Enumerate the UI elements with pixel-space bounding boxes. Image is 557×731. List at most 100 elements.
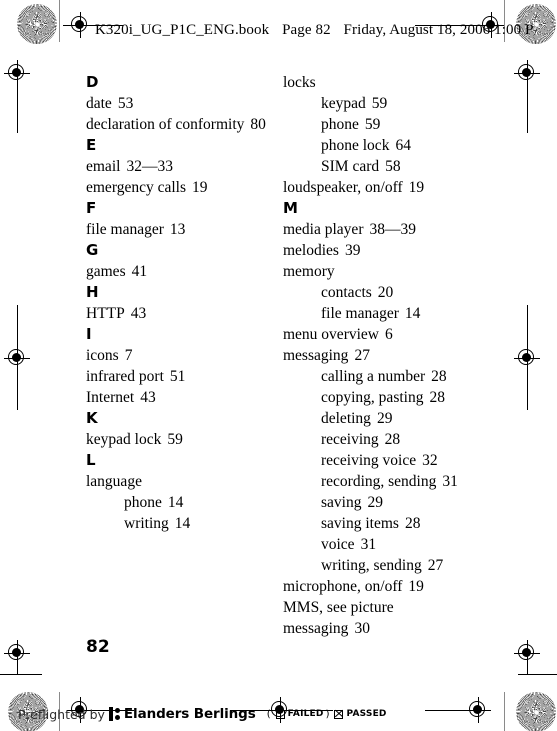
- header-timestamp: Friday, August 18, 2006 1:00 P: [343, 22, 534, 38]
- index-letter-group: Ggames 41: [86, 240, 291, 282]
- index-entry-label: receiving voice: [321, 452, 417, 469]
- index-subentry: phone lock 64: [283, 135, 488, 156]
- crop-rule-left-top: [17, 73, 18, 133]
- index-subentry: receiving 28: [283, 429, 488, 450]
- preflight-open-paren: (: [266, 708, 271, 720]
- crop-rule-left-middle: [17, 305, 18, 410]
- preflight-company-name: Elanders Berlings: [123, 706, 256, 722]
- index-entry-page: 13: [169, 221, 186, 238]
- index-entry: infrared port 51: [86, 366, 291, 387]
- index-entry-label: file manager: [86, 221, 164, 238]
- index-letter-group: Llanguage phone 14 writing 14: [86, 450, 291, 534]
- index-entry-label: recording, sending: [321, 473, 437, 490]
- crop-rule-bottom-right: [425, 710, 469, 711]
- index-letter-group: Eemail 32—33 emergency calls 19: [86, 135, 291, 198]
- index-subentry: writing, sending 27: [283, 555, 488, 576]
- index-letter-heading: G: [86, 241, 99, 259]
- index-subentry: phone 59: [283, 114, 488, 135]
- index-entry-label: copying, pasting: [321, 389, 424, 406]
- running-header: K320i_UG_P1C_ENG.book Page 82 Friday, Au…: [95, 22, 543, 39]
- index-entry-page: 6: [384, 326, 393, 343]
- index-subentry: copying, pasting 28: [283, 387, 488, 408]
- index-entry-label: media player: [283, 221, 364, 238]
- index-entry-label: language: [86, 473, 142, 490]
- index-column-right: locks keypad 59 phone 59 phone lock 64 SIM card…: [283, 72, 488, 639]
- index-letter-group: Kkeypad lock 59: [86, 408, 291, 450]
- index-subentry: calling a number 28: [283, 366, 488, 387]
- index-entry-page: 29: [367, 494, 383, 511]
- elanders-logo-icon: [108, 707, 121, 721]
- index-entry-page: 27: [354, 347, 370, 364]
- index-entry-page: 58: [385, 158, 401, 175]
- index-letter-group: Mmedia player 38—39 melodies 39 memory contac…: [283, 198, 488, 639]
- index-entry-page: 7: [124, 347, 133, 364]
- preflight-passed-checkbox-icon: [334, 709, 344, 719]
- crop-rule-left-bottom: [17, 653, 18, 675]
- index-entry-label: MMS, see picture: [283, 599, 394, 616]
- index-entry: games 41: [86, 261, 291, 282]
- index-entry-page: 59: [167, 431, 183, 448]
- index-entry: Internet 43: [86, 387, 291, 408]
- index-entry-page: 32—33: [126, 158, 173, 175]
- index-entry-label: loudspeaker, on/off: [283, 179, 403, 196]
- index-letter-heading: F: [86, 199, 97, 217]
- preflight-stamp: Preflighted by Elanders Berlings ( FAILE…: [18, 706, 387, 722]
- page-number: 82: [86, 637, 110, 657]
- index-entry-page: 53: [117, 95, 134, 112]
- trim-rule-bottom-right: [518, 674, 557, 675]
- index-entry-label: messaging: [283, 620, 349, 637]
- index-entry-page: 38—39: [369, 221, 416, 238]
- index-entry-page: 59: [364, 116, 381, 133]
- index-column-left: Ddate 53 declaration of conformity 80 Eemail…: [86, 72, 291, 534]
- index-entry-page: 30: [354, 620, 370, 637]
- index-entry-label: writing: [124, 515, 169, 532]
- index-entry: icons 7: [86, 345, 291, 366]
- index-entry-page: 80: [250, 116, 266, 133]
- index-entry: memory: [283, 261, 488, 282]
- index-entry-page: 28: [431, 368, 447, 385]
- index-entry-label: infrared port: [86, 368, 164, 385]
- index-entry: microphone, on/off 19: [283, 576, 488, 597]
- index-entry: language: [86, 471, 291, 492]
- index-letter-heading: D: [86, 73, 99, 91]
- index-entry-label: saving: [321, 494, 362, 511]
- index-entry-label: emergency calls: [86, 179, 186, 196]
- index-subentry: deleting 29: [283, 408, 488, 429]
- index-entry-label: keypad lock: [86, 431, 162, 448]
- index-entry-label: icons: [86, 347, 119, 364]
- index-entry-label: deleting: [321, 410, 371, 427]
- index-entry-page: 28: [429, 389, 445, 406]
- index-subentry: phone 14: [86, 492, 291, 513]
- header-page-label: Page 82: [282, 22, 331, 38]
- index-subentry: SIM card 58: [283, 156, 488, 177]
- index-entry: MMS, see picture: [283, 597, 488, 618]
- document-page: K320i_UG_P1C_ENG.book Page 82 Friday, Au…: [0, 0, 557, 731]
- index-entry: loudspeaker, on/off 19: [283, 177, 488, 198]
- index-entry-label: SIM card: [321, 158, 380, 175]
- index-letter-group: locks keypad 59 phone 59 phone lock 64 SIM card…: [283, 72, 488, 198]
- index-letter-group: H HTTP 43: [86, 282, 291, 324]
- index-entry-label: Internet: [86, 389, 135, 406]
- index-entry-label: date: [86, 95, 112, 112]
- index-entry: messaging 27: [283, 345, 488, 366]
- index-entry-label: phone: [321, 116, 359, 133]
- index-entry-page: 19: [408, 578, 424, 595]
- index-entry-page: 19: [192, 179, 208, 196]
- preflight-by-text: Preflighted by: [18, 706, 105, 722]
- index-entry-label: menu overview: [283, 326, 379, 343]
- preflight-passed-label: PASSED: [346, 709, 387, 719]
- index-entry-page: 14: [167, 494, 184, 511]
- index-entry-label: declaration of conformity: [86, 116, 245, 133]
- trim-rule-top-left: [59, 0, 60, 42]
- index-letter-heading: I: [86, 325, 93, 343]
- index-entry: date 53: [86, 93, 291, 114]
- index-subentry: saving items 28: [283, 513, 488, 534]
- trim-rule-bottom-left: [0, 674, 42, 675]
- index-entry: menu overview 6: [283, 324, 488, 345]
- index-entry: locks: [283, 72, 488, 93]
- index-entry: HTTP 43: [86, 303, 291, 324]
- index-entry-page: 20: [377, 284, 394, 301]
- index-entry-page: 14: [404, 305, 421, 322]
- index-entry-label: file manager: [321, 305, 399, 322]
- header-filename: K320i_UG_P1C_ENG.book: [95, 22, 270, 38]
